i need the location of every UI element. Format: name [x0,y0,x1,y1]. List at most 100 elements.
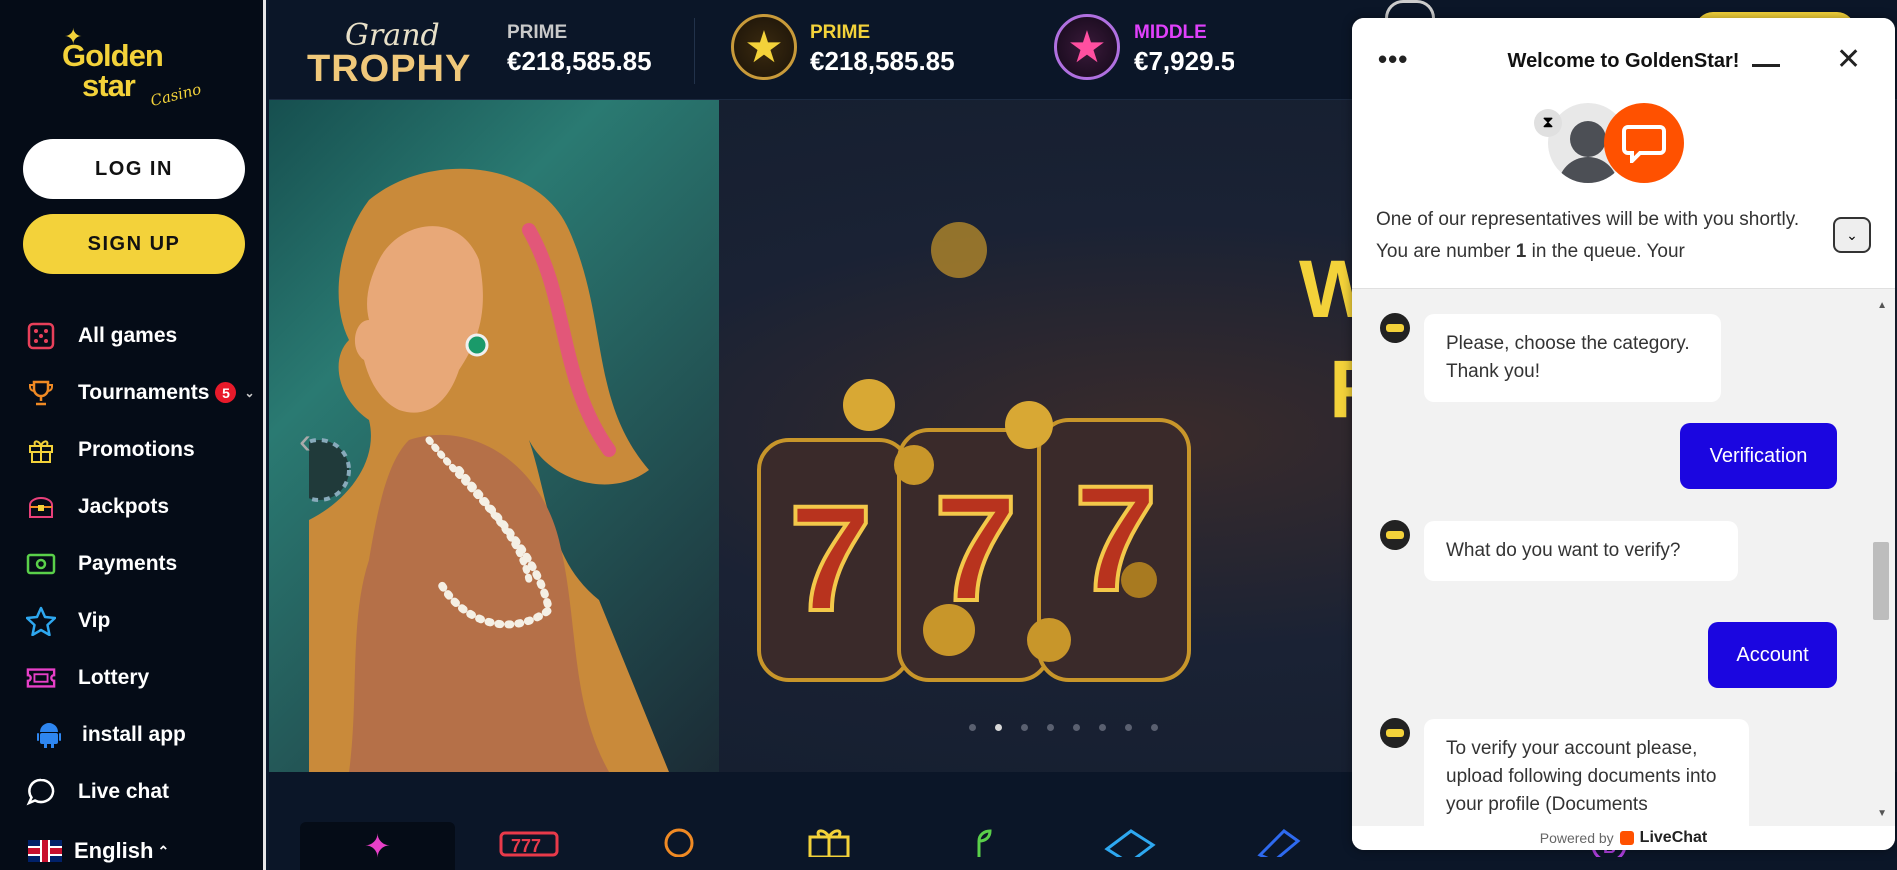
close-icon[interactable]: ✕ [1836,42,1861,77]
treasure-chest-icon [26,492,56,522]
sidebar-item-tournaments[interactable]: Tournaments 5 ⌄ [26,364,256,421]
jackpot-label: MIDDLE [1134,22,1207,43]
tournaments-count-badge: 5 [215,382,237,403]
login-button[interactable]: LOG IN [23,139,245,199]
carousel-dot[interactable] [1125,724,1132,731]
powered-by-label: Powered by [1539,830,1614,846]
chevron-up-icon: ⌃ [157,842,170,859]
reply-account-button[interactable]: Account [1708,622,1837,688]
gift-icon [26,435,56,465]
carousel-dot[interactable] [1073,724,1080,731]
bot-message: To verify your account please, upload fo… [1424,719,1749,826]
sidebar-item-vip[interactable]: Vip [26,592,256,649]
sidebar-item-label: Live chat [78,779,170,803]
chat-messages: Please, choose the category. Thank you! … [1352,290,1895,826]
sidebar-item-label: Lottery [78,665,150,689]
hourglass-icon: ⧗ [1534,109,1562,137]
sidebar-nav: All games Tournaments 5 ⌄ Promotions Jac… [26,307,256,820]
carousel-dot[interactable] [1151,724,1158,731]
jackpot-prime-2: PRIME €218,585.85 [810,22,955,77]
category-sparkle-icon[interactable]: ✦ [300,822,455,870]
grand-trophy-title: TROPHY [307,48,472,90]
expand-chevron-icon[interactable]: ⌄ [1833,217,1871,253]
bot-message: What do you want to verify? [1424,521,1738,581]
carousel-dot[interactable] [995,724,1002,731]
category-cards-icon[interactable] [1099,822,1159,862]
svg-text:777: 777 [511,836,541,856]
jackpot-label: PRIME [810,22,871,43]
sidebar-item-label: All games [78,323,178,347]
sidebar-item-label: Jackpots [78,494,170,518]
sidebar-item-jackpots[interactable]: Jackpots [26,478,256,535]
bot-avatar-icon [1380,313,1410,343]
livechat-logo-icon [1619,831,1634,845]
chevron-down-icon[interactable]: ⌄ [244,386,254,400]
powered-by-footer[interactable]: Powered by LiveChat [1352,826,1895,850]
sidebar-item-promotions[interactable]: Promotions [26,421,256,478]
carousel-dot[interactable] [1099,724,1106,731]
android-icon [34,720,64,750]
sidebar-item-install-app[interactable]: install app [26,706,256,763]
star-icon [26,606,56,636]
account-avatar-icon[interactable] [1385,0,1435,18]
queue-message: One of our representatives will be with … [1376,209,1800,262]
carousel-prev-icon[interactable]: ‹ [299,420,311,462]
livechat-brand: LiveChat [1639,829,1708,846]
sidebar-item-all-games[interactable]: All games [26,307,256,364]
gold-star-medal-icon: ★ [731,14,797,80]
chat-header: ••• Welcome to GoldenStar! ✕ ⧗ One of ou… [1352,18,1895,289]
jackpot-middle: MIDDLE €7,929.5 [1134,22,1234,77]
category-ticket-icon[interactable] [1249,822,1309,862]
bot-avatar-icon [1380,718,1410,748]
carousel-dots [969,724,1158,731]
sidebar: ✦ Golden star Casino LOG IN SIGN UP All … [0,0,266,870]
livechat-widget: ••• Welcome to GoldenStar! ✕ ⧗ One of ou… [1352,18,1895,850]
sidebar-item-label: Payments [78,551,178,575]
grand-trophy-logo: Grand TROPHY [307,18,477,90]
reply-verification-button[interactable]: Verification [1680,423,1837,489]
ticket-icon [26,663,56,693]
jackpot-value: €218,585.85 [810,46,955,76]
chat-scrollbar[interactable] [1873,542,1889,620]
carousel-dot[interactable] [1047,724,1054,731]
category-live-dealer-icon[interactable] [649,822,709,862]
pink-star-medal-icon: ★ [1054,14,1120,80]
carousel-dot[interactable] [1021,724,1028,731]
logo-text-casino: Casino [148,80,204,110]
category-slots-icon[interactable]: 777 [499,822,559,862]
sidebar-item-label: Promotions [78,437,195,461]
logo-text-star: star [82,68,136,103]
bot-avatar-icon [1380,520,1410,550]
banknote-icon [26,549,56,579]
scroll-up-icon[interactable]: ▲ [1877,300,1887,311]
gold-coins-decoration [843,222,1157,662]
golden-star-logo[interactable]: ✦ Golden star Casino [62,20,212,110]
uk-flag-icon [28,840,62,862]
carousel-dot[interactable] [969,724,976,731]
jackpot-label: PRIME [507,22,568,43]
jackpot-prime-1: PRIME €218,585.85 [507,22,652,77]
language-label: English [74,838,154,863]
livechat-avatar-icon [1604,103,1684,183]
minimize-icon[interactable] [1752,64,1780,67]
hero-woman-illustration [269,100,719,772]
sidebar-item-live-chat[interactable]: Live chat [26,763,256,820]
bot-message: Please, choose the category. Thank you! [1424,314,1721,402]
category-gift-icon[interactable] [799,822,859,862]
trophy-icon [26,378,56,408]
woman-portrait-image [309,168,669,772]
sidebar-item-lottery[interactable]: Lottery [26,649,256,706]
sidebar-item-payments[interactable]: Payments [26,535,256,592]
category-sprout-icon[interactable] [949,822,1009,862]
chat-title: Welcome to GoldenStar! [1507,50,1740,72]
jackpot-value: €7,929.5 [1134,46,1234,76]
sidebar-item-label: install app [82,722,186,746]
signup-button[interactable]: SIGN UP [23,214,245,274]
sidebar-item-label: Vip [78,608,111,632]
language-selector[interactable]: English ⌃ [28,838,169,864]
jackpot-value: €218,585.85 [507,46,652,76]
scroll-down-icon[interactable]: ▼ [1877,808,1887,819]
agent-avatars: ⧗ [1534,103,1688,193]
chat-bubble-icon [26,777,56,807]
dice-icon [26,321,56,351]
